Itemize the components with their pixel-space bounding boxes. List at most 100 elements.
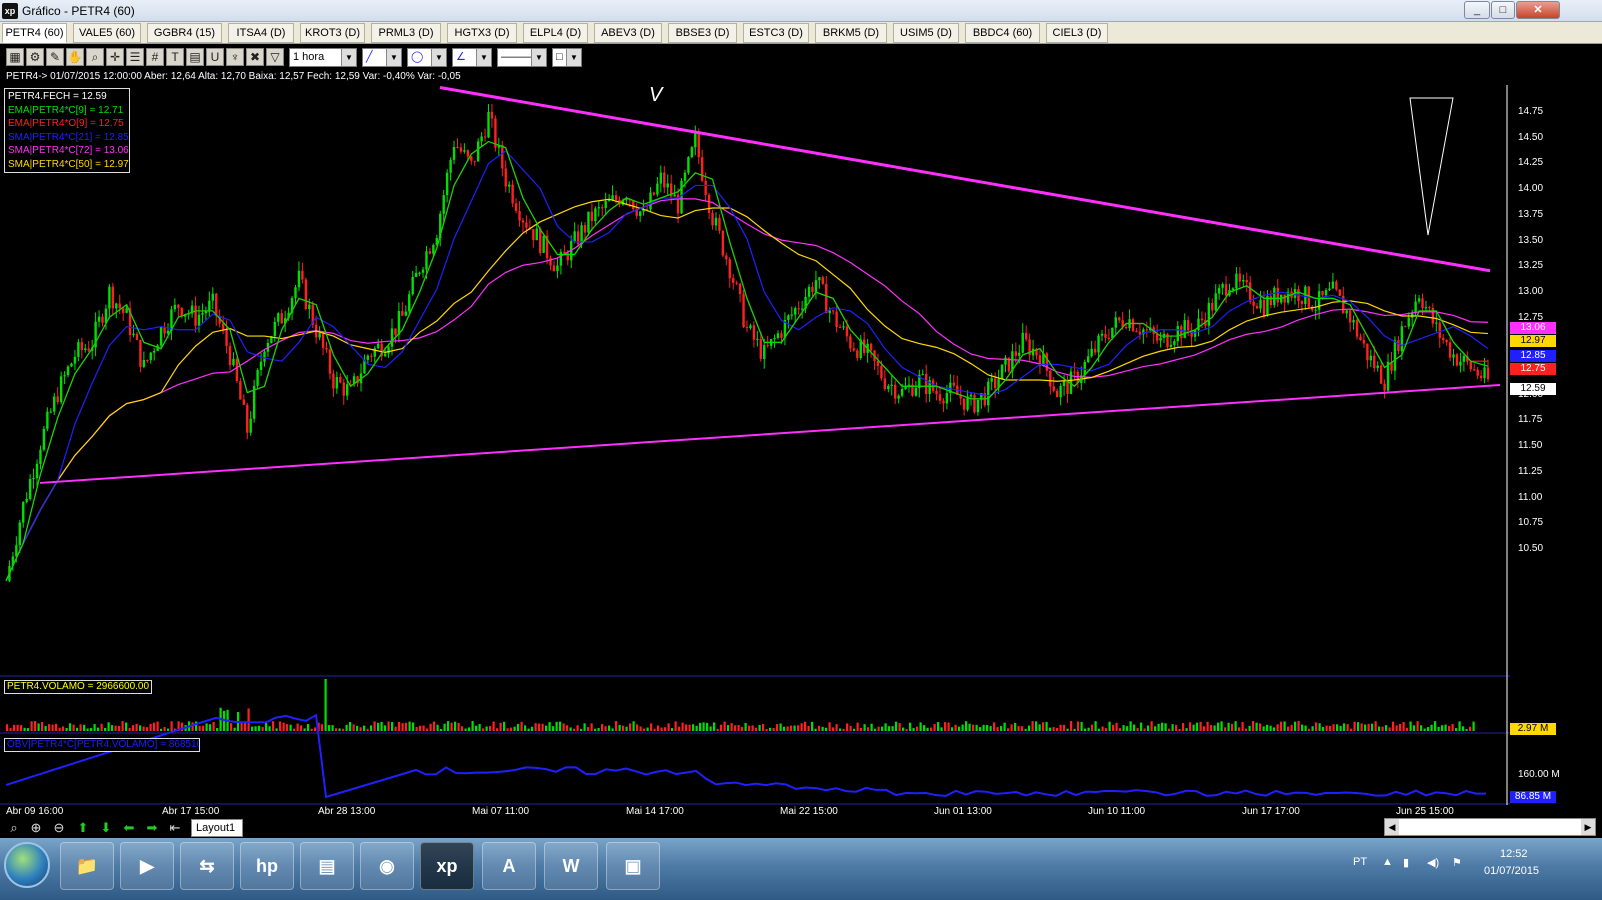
- zoom-in-icon[interactable]: ⊕: [27, 820, 45, 836]
- media-player-icon[interactable]: ▶: [120, 842, 174, 890]
- tab-brkm5[interactable]: BRKM5 (D): [815, 23, 887, 43]
- tab-ciel3[interactable]: CIEL3 (D): [1046, 23, 1108, 43]
- volume-bar: [811, 721, 814, 731]
- layout-tab[interactable]: Layout1: [191, 819, 243, 837]
- volume-bar: [1308, 728, 1311, 731]
- signal-icon[interactable]: ▮: [1403, 856, 1409, 869]
- candle-body: [787, 315, 790, 321]
- draw-icon[interactable]: ✎: [46, 48, 64, 66]
- price-chart[interactable]: [0, 85, 1602, 825]
- line-tool-select[interactable]: ╱ ▼: [362, 48, 402, 67]
- zoom-icon[interactable]: ⌕: [5, 820, 23, 836]
- line-style-select[interactable]: ——— ▼: [497, 48, 547, 67]
- magnet-icon[interactable]: U: [206, 48, 224, 66]
- arrow-up-icon[interactable]: ⬆: [74, 820, 92, 836]
- filter-icon[interactable]: ▽: [266, 48, 284, 66]
- volume-bar: [170, 721, 173, 731]
- arrow-right-icon[interactable]: ➡: [143, 820, 161, 836]
- file-explorer-icon[interactable]: 📁: [60, 842, 114, 890]
- price-axis-label: 14.00: [1518, 183, 1544, 195]
- volume-bar: [1283, 721, 1286, 731]
- arrow-down-icon[interactable]: ⬇: [97, 820, 115, 836]
- arrow-left-icon[interactable]: ⬅: [120, 820, 138, 836]
- chart-type-icon[interactable]: ▦: [6, 48, 24, 66]
- tab-hgtx3[interactable]: HGTX3 (D): [447, 23, 517, 43]
- volume-bar: [835, 724, 838, 731]
- tab-elpl4[interactable]: ELPL4 (D): [523, 23, 588, 43]
- candle-body: [962, 398, 966, 410]
- minimize-button[interactable]: _: [1464, 1, 1490, 19]
- candle-body: [607, 200, 611, 202]
- xp-icon[interactable]: xp: [420, 842, 474, 890]
- tab-vale5[interactable]: VALE5 (60): [73, 23, 141, 43]
- clock-time[interactable]: 12:52: [1500, 848, 1528, 860]
- candle-body: [277, 313, 280, 322]
- fibonacci-icon[interactable]: ☰: [126, 48, 144, 66]
- scanner-icon[interactable]: ▤: [300, 842, 354, 890]
- hp-icon[interactable]: hp: [240, 842, 294, 890]
- volume-icon[interactable]: ◀): [1427, 856, 1439, 869]
- tab-abev3[interactable]: ABEV3 (D): [594, 23, 662, 43]
- tab-itsa4[interactable]: ITSA4 (D): [228, 23, 294, 43]
- language-indicator[interactable]: PT: [1353, 856, 1367, 868]
- volume-bar: [548, 722, 551, 731]
- candle-body: [735, 282, 738, 284]
- arrow-end-icon[interactable]: ⇤: [166, 820, 184, 836]
- tab-usim5[interactable]: USIM5 (D): [893, 23, 959, 43]
- horizontal-scrollbar[interactable]: ◀ ▶: [1384, 818, 1596, 836]
- candle-body: [818, 277, 821, 281]
- scroll-right-icon[interactable]: ▶: [1581, 819, 1595, 835]
- candle-body: [325, 347, 328, 350]
- zoom-out-icon[interactable]: ⊖: [50, 820, 68, 836]
- trash-icon[interactable]: ✖: [246, 48, 264, 66]
- tab-ggbr4[interactable]: GGBR4 (15): [147, 23, 222, 43]
- volume-bar: [1164, 723, 1167, 731]
- settings-gear-icon[interactable]: ⚙: [26, 48, 44, 66]
- color-select[interactable]: □ ▼: [552, 48, 582, 67]
- image-viewer-icon[interactable]: ▣: [606, 842, 660, 890]
- zoom-tool-icon[interactable]: ⌕: [86, 48, 104, 66]
- candle-body: [511, 184, 514, 204]
- tab-bbse3[interactable]: BBSE3 (D): [668, 23, 737, 43]
- volume-bar: [1143, 728, 1146, 731]
- tab-krot3[interactable]: KROT3 (D): [300, 23, 365, 43]
- clock-date[interactable]: 01/07/2015: [1484, 865, 1539, 877]
- price-tag: 12.85: [1510, 350, 1556, 362]
- legend-ema9-close: EMA|PETR4*C[9] = 12.71: [8, 104, 124, 116]
- network-icon[interactable]: ⇆: [180, 842, 234, 890]
- volume-bar: [107, 722, 110, 731]
- grid-icon[interactable]: #: [146, 48, 164, 66]
- candle-body: [638, 211, 642, 216]
- calculator-icon[interactable]: ▤: [186, 48, 204, 66]
- candle-body: [1455, 354, 1459, 366]
- candle-body: [1314, 309, 1317, 311]
- tab-petr4[interactable]: PETR4 (60): [2, 23, 67, 43]
- volume-bar: [629, 723, 632, 731]
- start-button[interactable]: [4, 842, 50, 888]
- tab-prml3[interactable]: PRML3 (D): [371, 23, 441, 43]
- tab-estc3[interactable]: ESTC3 (D): [743, 23, 809, 43]
- volume-bar: [1059, 724, 1062, 731]
- chrome-icon[interactable]: ◉: [360, 842, 414, 890]
- tray-arrow-icon[interactable]: ▲: [1382, 856, 1393, 868]
- circle-tool-select[interactable]: ◯ ▼: [407, 48, 447, 67]
- access-icon[interactable]: A: [482, 842, 536, 890]
- pen-tool-select[interactable]: ∠ ▼: [452, 48, 492, 67]
- volume-bar: [1112, 724, 1115, 731]
- volume-bar: [265, 722, 268, 731]
- maximize-button[interactable]: □: [1491, 1, 1515, 19]
- close-button[interactable]: ✕: [1516, 1, 1560, 19]
- tab-bbdc4[interactable]: BBDC4 (60): [965, 23, 1040, 43]
- periodicity-select[interactable]: 1 hora ▼: [289, 48, 357, 67]
- candle-body: [604, 201, 607, 208]
- volume-bar: [1210, 725, 1213, 731]
- crosshair-icon[interactable]: ✛: [106, 48, 124, 66]
- candle-body: [490, 111, 494, 119]
- text-tool-icon[interactable]: T: [166, 48, 184, 66]
- flag-icon[interactable]: ⚑: [1452, 856, 1462, 869]
- word-icon[interactable]: W: [544, 842, 598, 890]
- brush-icon[interactable]: ♆: [226, 48, 244, 66]
- scroll-left-icon[interactable]: ◀: [1385, 819, 1399, 835]
- hand-pan-icon[interactable]: ✋: [66, 48, 84, 66]
- candle-body: [32, 478, 35, 480]
